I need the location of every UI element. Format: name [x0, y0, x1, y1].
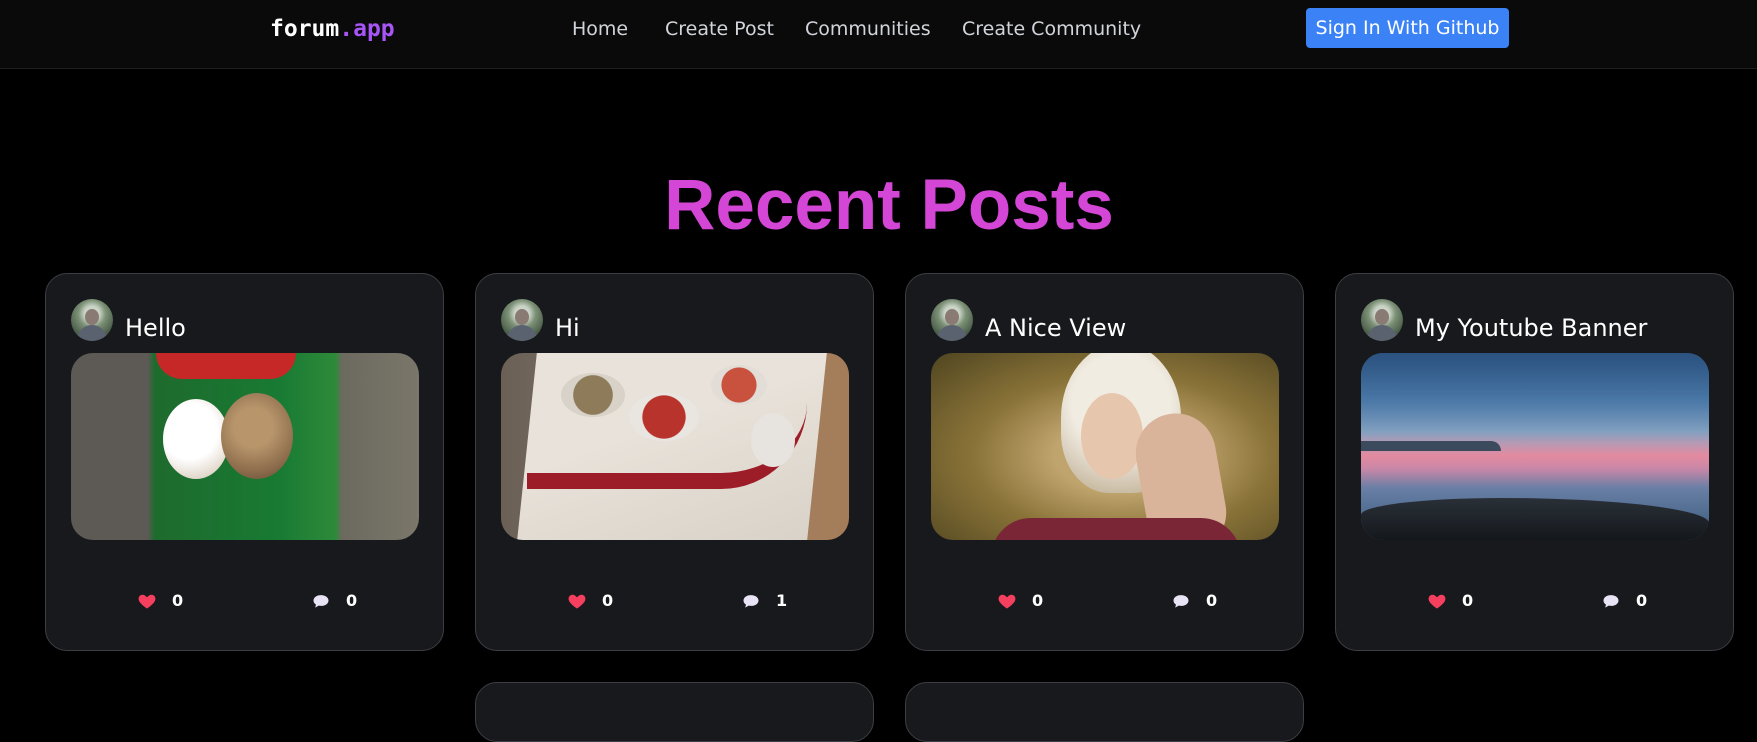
post-image[interactable] [71, 353, 419, 540]
post-card[interactable] [905, 682, 1304, 742]
nav-link-create-post[interactable]: Create Post [665, 18, 774, 40]
like-count: 0 [1462, 591, 1474, 610]
comment-count: 0 [346, 591, 358, 610]
post-title[interactable]: Hi [555, 314, 580, 342]
heart-icon [998, 594, 1016, 609]
page-title: Recent Posts [664, 166, 1114, 245]
post-title[interactable]: Hello [125, 314, 186, 342]
speech-bubble-icon [313, 595, 329, 608]
post-image[interactable] [931, 353, 1279, 540]
post-stats: 0 0 [46, 589, 445, 613]
site-logo[interactable]: forum.app [270, 16, 395, 42]
speech-bubble-icon [743, 595, 759, 608]
logo-accent: .app [339, 16, 395, 42]
post-image[interactable] [501, 353, 849, 540]
nav-link-create-community[interactable]: Create Community [962, 18, 1141, 40]
heart-icon [568, 594, 586, 609]
post-card[interactable]: A Nice View 0 0 [905, 273, 1304, 651]
nav-link-communities[interactable]: Communities [805, 18, 931, 40]
post-card[interactable]: Hi 0 1 [475, 273, 874, 651]
post-card[interactable]: My Youtube Banner 0 0 [1335, 273, 1734, 651]
post-title[interactable]: My Youtube Banner [1415, 314, 1647, 342]
heart-icon [1428, 594, 1446, 609]
post-stats: 0 0 [1336, 589, 1735, 613]
like-count: 0 [172, 591, 184, 610]
speech-bubble-icon [1173, 595, 1189, 608]
like-count: 0 [1032, 591, 1044, 610]
nav-link-home[interactable]: Home [572, 18, 628, 40]
post-card[interactable]: Hello 0 0 [45, 273, 444, 651]
post-title[interactable]: A Nice View [985, 314, 1126, 342]
heart-icon [138, 594, 156, 609]
user-avatar [1361, 299, 1403, 341]
comment-count: 0 [1206, 591, 1218, 610]
post-image[interactable] [1361, 353, 1709, 540]
logo-main: forum [270, 16, 340, 42]
post-card[interactable] [475, 682, 874, 742]
user-avatar [931, 299, 973, 341]
post-stats: 0 0 [906, 589, 1305, 613]
post-stats: 0 1 [476, 589, 875, 613]
user-avatar [501, 299, 543, 341]
sign-in-github-button[interactable]: Sign In With Github [1306, 8, 1509, 48]
can-brand-band [156, 353, 296, 379]
navbar: forum.app Home Create Post Communities C… [0, 0, 1757, 69]
user-avatar [71, 299, 113, 341]
comment-count: 0 [1636, 591, 1648, 610]
comment-count: 1 [776, 591, 788, 610]
speech-bubble-icon [1603, 595, 1619, 608]
like-count: 0 [602, 591, 614, 610]
